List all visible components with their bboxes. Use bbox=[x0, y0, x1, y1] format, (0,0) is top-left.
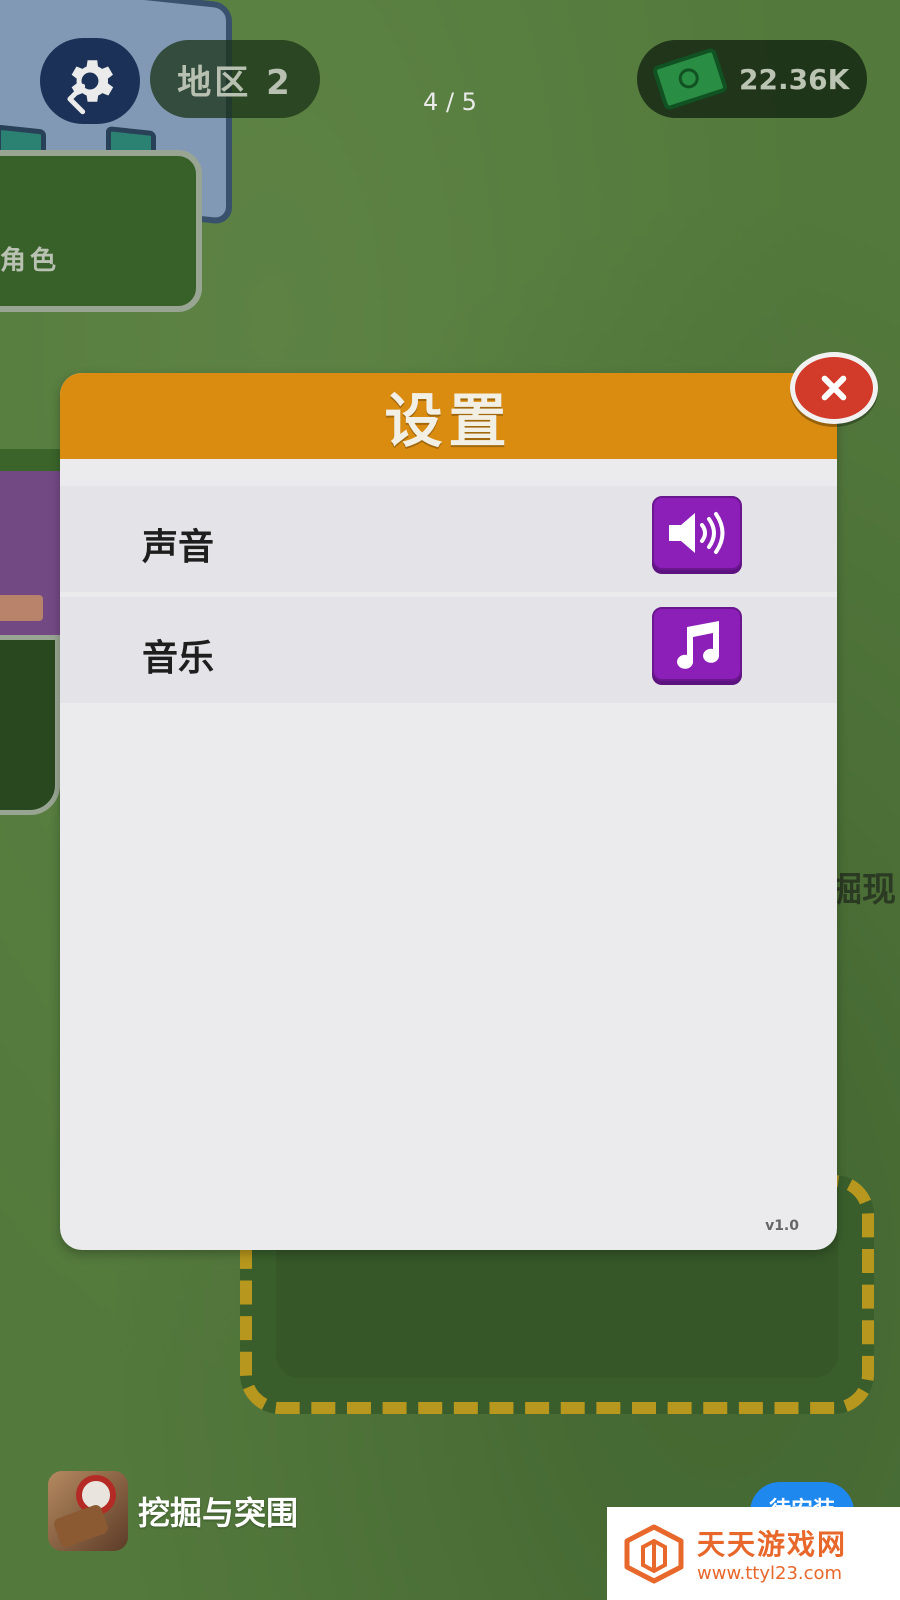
watermark-logo-icon bbox=[623, 1523, 685, 1585]
app-name[interactable]: 挖掘与突围 bbox=[138, 1488, 298, 1534]
setting-row-sound: 声音 bbox=[60, 486, 837, 592]
settings-dialog: 设置 声音 音乐 v1.0 bbox=[60, 373, 837, 1250]
site-watermark: 天天游戏网 www.ttyl23.com bbox=[607, 1507, 900, 1600]
app-icon[interactable] bbox=[48, 1471, 128, 1551]
dialog-title: 设置 bbox=[384, 387, 513, 455]
setting-label-sound: 声音 bbox=[142, 527, 215, 568]
setting-row-music: 音乐 bbox=[60, 597, 837, 703]
music-toggle-button[interactable] bbox=[652, 607, 742, 681]
dialog-header: 设置 bbox=[60, 373, 837, 459]
setting-label-music: 音乐 bbox=[142, 638, 215, 679]
speaker-icon bbox=[669, 512, 725, 554]
watermark-url: www.ttyl23.com bbox=[697, 1563, 843, 1584]
close-icon bbox=[821, 375, 847, 401]
sound-toggle-button[interactable] bbox=[652, 496, 742, 570]
music-note-icon bbox=[677, 621, 720, 669]
close-dialog-button[interactable] bbox=[790, 352, 878, 424]
watermark-title: 天天游戏网 bbox=[697, 1528, 848, 1561]
version-label: v1.0 bbox=[765, 1218, 799, 1234]
